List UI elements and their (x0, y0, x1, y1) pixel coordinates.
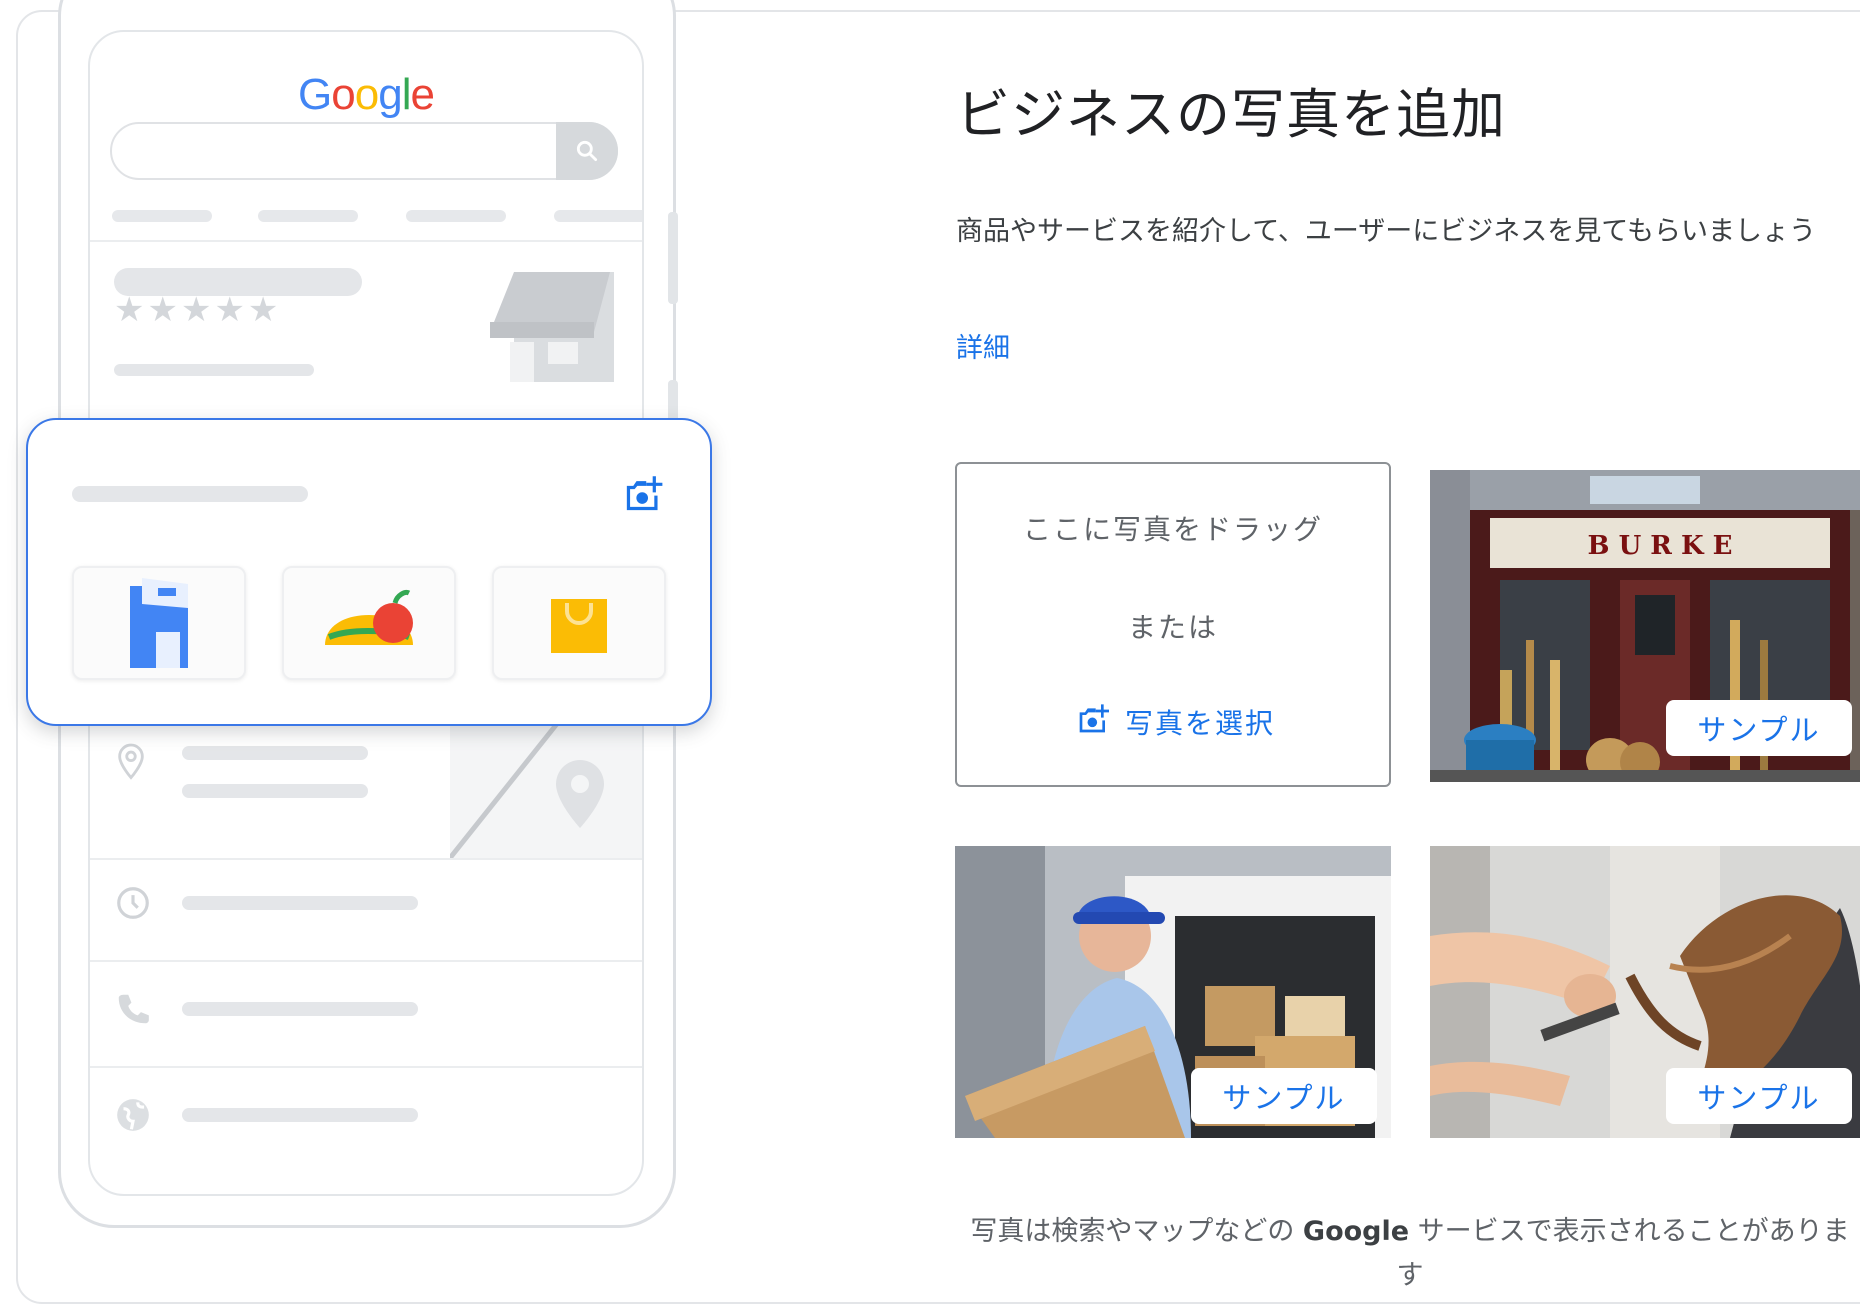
food-thumbnail (282, 566, 456, 680)
photos-card-illustration (26, 418, 712, 726)
placeholder-line (182, 1108, 418, 1122)
sample-badge: サンプル (1191, 1068, 1377, 1124)
search-icon (556, 122, 618, 180)
placeholder-line (182, 746, 368, 760)
photo-dropzone[interactable]: ここに写真をドラッグ または 写真を選択 (955, 462, 1391, 787)
globe-icon (114, 1096, 152, 1138)
add-photo-icon (1075, 703, 1111, 742)
phone-side-button (668, 212, 678, 304)
footer-note-brand: Google (1302, 1216, 1410, 1247)
illustration-search-bar (110, 122, 618, 180)
select-photo-label: 写真を選択 (1125, 707, 1276, 740)
divider (90, 240, 642, 242)
footer-note: 写真は検索やマップなどの Google サービスで表示されることがあります (970, 1210, 1850, 1298)
placeholder-line (72, 486, 308, 502)
placeholder-tab (258, 210, 358, 222)
location-pin-icon (114, 742, 148, 786)
clock-icon (114, 884, 152, 926)
placeholder-line (182, 896, 418, 910)
footer-note-suffix: サービスで表示されることがあります (1396, 1216, 1850, 1291)
sample-badge: サンプル (1666, 1068, 1852, 1124)
google-logo: Google (298, 70, 435, 119)
storefront-thumbnail (72, 566, 246, 680)
placeholder-line (182, 1002, 418, 1016)
phone-icon (114, 990, 152, 1032)
select-photo-button[interactable]: 写真を選択 (1075, 702, 1275, 742)
add-photo-icon (622, 474, 664, 518)
placeholder-tab (406, 210, 506, 222)
learn-more-link[interactable]: 詳細 (956, 326, 1010, 365)
sample-badge: サンプル (1666, 700, 1852, 756)
sample-photo-storefront: B U R K E サンプル (1430, 470, 1860, 782)
dropzone-drag-text: ここに写真をドラッグ (1022, 513, 1323, 546)
storefront-sign-text: B U R K E (1588, 531, 1733, 561)
page-title: ビジネスの写真を追加 (956, 83, 1506, 146)
sample-photo-delivery: サンプル (955, 846, 1391, 1138)
map-thumbnail (450, 720, 642, 858)
placeholder-line (114, 364, 314, 376)
placeholder-line (182, 784, 368, 798)
placeholder-tab (554, 210, 642, 222)
placeholder-tab (112, 210, 212, 222)
divider (90, 1066, 642, 1068)
shopping-bag-thumbnail (492, 566, 666, 680)
divider (90, 858, 642, 860)
sample-photo-salon: サンプル (1430, 846, 1860, 1138)
dropzone-or-text: または (1127, 611, 1218, 644)
footer-note-prefix: 写真は検索やマップなどの (970, 1216, 1303, 1247)
divider (90, 960, 642, 962)
page-subtitle: 商品やサービスを紹介して、ユーザーにビジネスを見てもらいましょう (956, 216, 1816, 247)
storefront-icon (490, 262, 614, 386)
rating-stars: ★★★★★ (114, 290, 282, 330)
